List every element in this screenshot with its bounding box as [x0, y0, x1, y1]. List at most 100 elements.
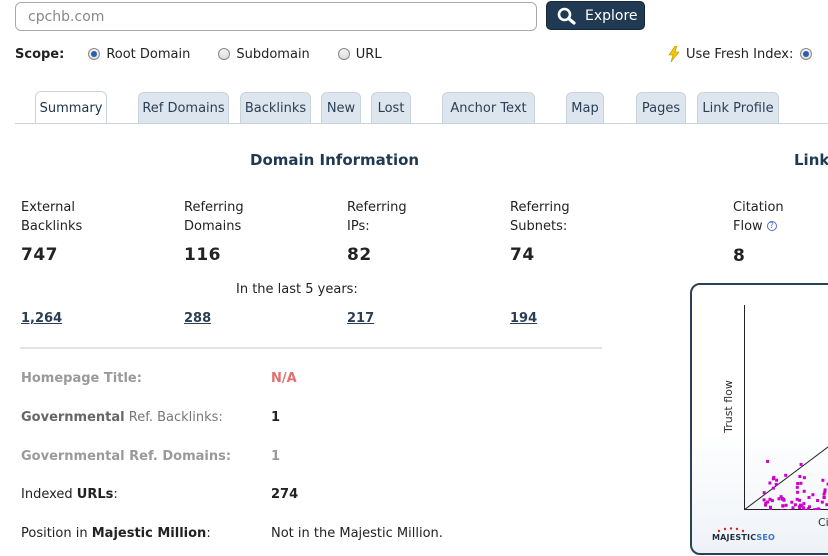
chart-point	[822, 496, 826, 500]
tab-ref-domains[interactable]: Ref Domains	[138, 92, 229, 123]
chart-point	[796, 490, 800, 494]
chart-point	[784, 503, 788, 507]
help-icon[interactable]: ?	[766, 220, 777, 231]
referring-ips-value: 82	[347, 245, 372, 265]
gov-backlinks-label: Governmental Ref. Backlinks:	[21, 410, 223, 425]
chart-point	[796, 482, 800, 485]
tab-summary[interactable]: Summary	[35, 91, 107, 124]
chart-point	[790, 500, 794, 504]
citation-flow-value: 8	[733, 246, 746, 266]
section-divider	[20, 347, 602, 349]
external-backlinks-value: 747	[21, 245, 58, 265]
majestic-million-value: Not in the Majestic Million.	[271, 526, 443, 541]
tab-map[interactable]: Map	[566, 92, 604, 123]
chart-point	[774, 482, 778, 486]
chart-point	[780, 509, 784, 510]
chart-point	[802, 508, 805, 510]
tab-link-profile[interactable]: Link Profile	[697, 92, 779, 123]
chart-point	[822, 492, 826, 496]
referring-subnets-value: 74	[510, 245, 535, 265]
chart-point	[766, 459, 770, 463]
tab-anchor-text[interactable]: Anchor Text	[442, 92, 535, 123]
scope-label: Scope:	[15, 46, 65, 62]
indexed-urls-label: Indexed URLs:	[21, 487, 118, 502]
chart-point	[784, 473, 788, 477]
chart-point	[762, 498, 766, 502]
chart-point	[806, 507, 810, 510]
historic-subnets-link[interactable]: 194	[510, 311, 537, 326]
chart-point	[791, 506, 795, 510]
fresh-index-label: Use Fresh Index:	[686, 46, 794, 62]
last-5-years-label: In the last 5 years:	[236, 282, 358, 297]
chart-point	[770, 499, 774, 503]
chart-plot-area	[744, 446, 828, 510]
chart-point	[798, 475, 802, 478]
gov-domains-label: Governmental Ref. Domains:	[21, 449, 232, 464]
chart-point	[793, 503, 797, 507]
scope-url-radio[interactable]: URL	[337, 47, 382, 62]
chart-point	[786, 509, 790, 510]
chart-point	[768, 481, 772, 485]
chart-point	[782, 498, 786, 502]
chart-x-label: Ci	[818, 516, 828, 529]
chart-point	[795, 485, 799, 489]
tab-new[interactable]: New	[321, 92, 361, 123]
chart-point	[772, 475, 776, 479]
chart-point	[769, 508, 773, 510]
gov-backlinks-value: 1	[271, 410, 281, 425]
chart-point	[781, 504, 785, 508]
fresh-index-radio[interactable]: Use Fresh Index:	[668, 44, 813, 64]
referring-subnets-label: Referring Subnets:	[510, 200, 570, 234]
tab-lost[interactable]: Lost	[371, 92, 411, 123]
search-icon	[557, 7, 576, 25]
chart-point	[762, 491, 766, 495]
chart-point	[813, 508, 817, 510]
referring-domains-value: 116	[184, 245, 221, 265]
chart-point	[802, 489, 806, 493]
citation-flow-label: Citation Flow?	[733, 200, 784, 234]
chart-point	[816, 499, 820, 502]
chart-y-label: Trust flow	[721, 380, 735, 433]
chart-point	[820, 500, 824, 504]
domain-information-heading: Domain Information	[250, 151, 420, 169]
tab-pages[interactable]: Pages	[636, 92, 686, 123]
explore-label: Explore	[585, 7, 638, 24]
search-input[interactable]	[15, 2, 537, 31]
homepage-title-label: Homepage Title:	[21, 371, 142, 386]
chart-point	[769, 505, 772, 509]
homepage-title-value: N/A	[271, 371, 297, 386]
historic-backlinks-link[interactable]: 1,264	[21, 311, 62, 326]
lightning-icon	[668, 46, 680, 62]
scope-subdomain-radio[interactable]: Subdomain	[218, 47, 310, 62]
chart-point	[823, 488, 827, 492]
chart-point	[775, 478, 779, 482]
scope-root-domain-radio[interactable]: Root Domain	[88, 47, 190, 62]
historic-ips-link[interactable]: 217	[347, 311, 374, 326]
chart-point	[802, 502, 806, 506]
explore-button[interactable]: Explore	[546, 1, 645, 30]
chart-point	[798, 498, 801, 502]
referring-domains-label: Referring Domains	[184, 200, 244, 234]
chart-point	[802, 476, 806, 480]
referring-ips-label: Referring IPs:	[347, 200, 407, 234]
flow-metric-chart[interactable]: Trust flow Ci MAJESTICSEO	[690, 283, 828, 555]
chart-point	[771, 486, 775, 490]
chart-point	[811, 493, 815, 497]
indexed-urls-value: 274	[271, 487, 299, 502]
external-backlinks-label: External Backlinks	[21, 200, 83, 234]
chart-point	[807, 496, 811, 499]
logo-stars-icon	[717, 527, 744, 533]
chart-point	[821, 478, 825, 482]
tabs-underline	[15, 123, 828, 124]
chart-point	[798, 506, 802, 509]
chart-point	[799, 462, 803, 466]
majestic-seo-logo: MAJESTICSEO	[712, 527, 775, 542]
tab-backlinks[interactable]: Backlinks	[240, 92, 311, 123]
majestic-million-label: Position in Majestic Million:	[21, 526, 211, 541]
link-profile-heading: Link	[794, 151, 828, 169]
historic-domains-link[interactable]: 288	[184, 311, 211, 326]
chart-point	[817, 508, 821, 510]
scope-row: Scope: Root Domain Subdomain URL	[15, 44, 410, 64]
chart-point	[799, 481, 803, 485]
chart-point	[764, 501, 768, 505]
